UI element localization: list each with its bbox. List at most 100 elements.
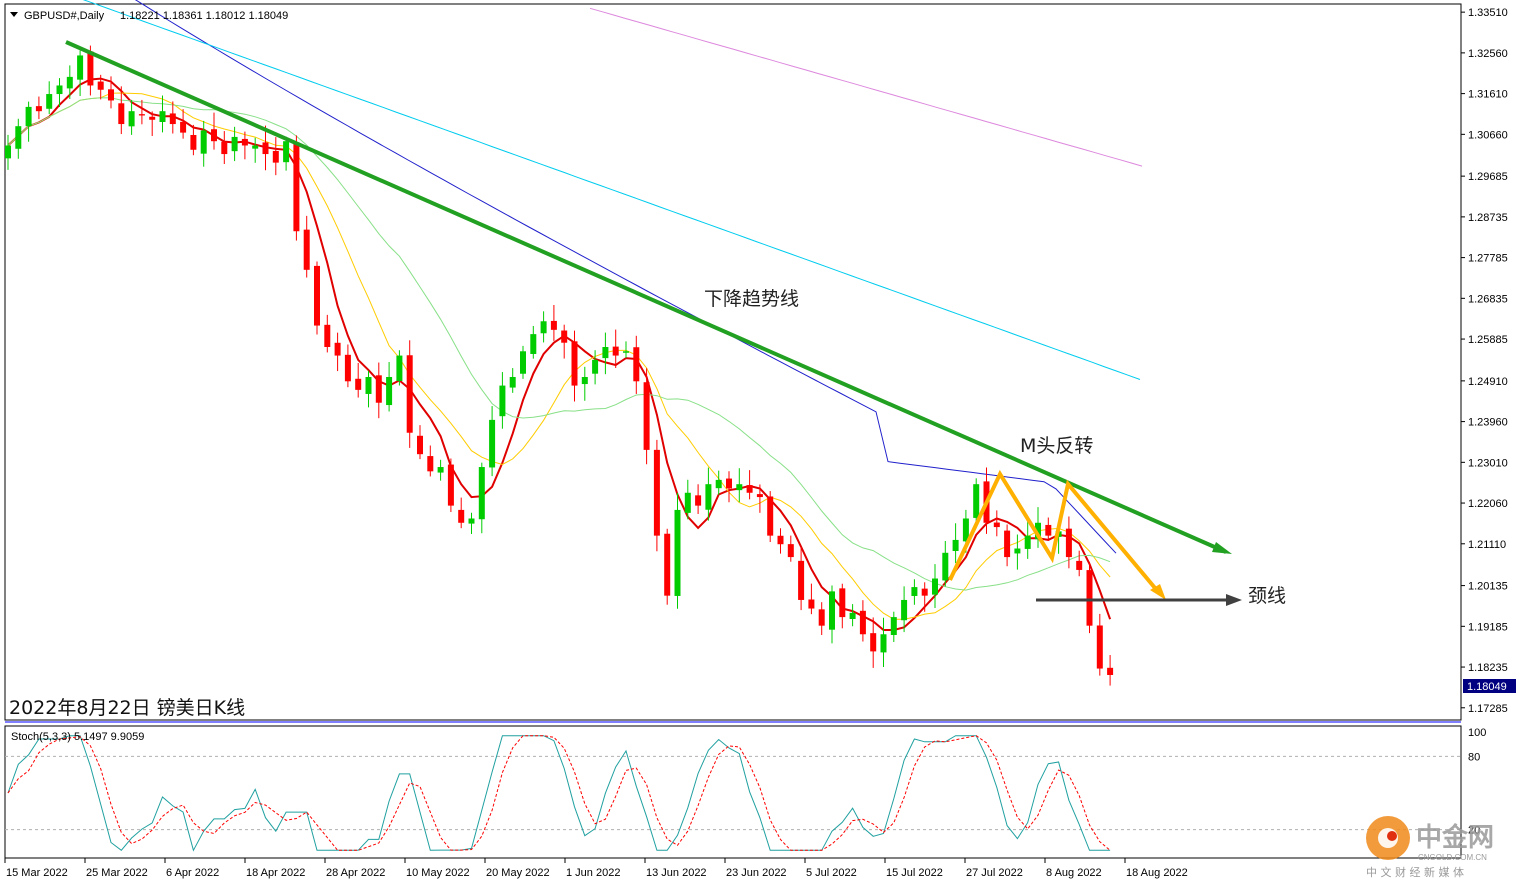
candle-body	[478, 467, 485, 520]
candle-body	[653, 449, 660, 536]
candle-body	[25, 106, 32, 127]
candle-body	[746, 485, 753, 493]
candle-body	[767, 496, 774, 536]
price-tick-label: 1.21110	[1468, 539, 1506, 551]
price-axis: 1.33510 1.32560 1.31610 1.30660 1.29685 1.287…	[1461, 7, 1508, 715]
candle-body	[272, 150, 279, 163]
candle-body	[520, 351, 526, 374]
candle-body	[684, 492, 691, 513]
time-tick-label: 18 Aug 2022	[1126, 867, 1188, 879]
candle-body	[870, 633, 877, 652]
candle-body	[386, 377, 393, 406]
price-tick-label: 1.28735	[1468, 212, 1508, 224]
candle-body	[901, 599, 908, 621]
watermark-tagline: 中 文 财 经 新 媒 体	[1366, 865, 1464, 879]
candle-body	[715, 479, 722, 489]
candle-body	[808, 599, 815, 609]
candle-body	[427, 456, 434, 472]
candle-body	[1045, 524, 1052, 536]
candle-body	[169, 113, 176, 125]
symbol-label: GBPUSD#,Daily	[24, 10, 105, 22]
time-axis: 15 Mar 2022 25 Mar 2022 6 Apr 2022 18 Apr 2…	[4, 858, 1188, 879]
candle-body	[314, 265, 320, 326]
candle-body	[623, 351, 629, 353]
candle-body	[375, 375, 382, 403]
candle-body	[355, 378, 362, 390]
price-tick-label: 1.23010	[1468, 457, 1508, 469]
candle-body	[829, 591, 835, 630]
candle-body	[1014, 548, 1021, 554]
candle-body	[633, 347, 640, 382]
candle-body	[509, 377, 516, 388]
candle-body	[643, 382, 650, 450]
trendline-label: 下降趋势线	[704, 288, 799, 310]
ohlc-values: 1.18221 1.18361 1.18012 1.18049	[120, 10, 288, 22]
price-tick-label: 1.25885	[1468, 334, 1508, 346]
candle-body	[262, 142, 269, 155]
neckline-label: 颈线	[1248, 585, 1286, 607]
candle-body	[447, 464, 454, 506]
candle-body	[365, 377, 372, 394]
candle-body	[138, 114, 145, 116]
watermark-url: CNGOLD.COM.CN	[1418, 853, 1487, 862]
price-tick-label: 1.22060	[1468, 498, 1508, 510]
candle-body	[293, 142, 300, 232]
price-tick-label: 1.19185	[1468, 621, 1508, 633]
candle-body	[787, 544, 794, 558]
price-tick-label: 1.24910	[1468, 376, 1508, 388]
candle-body	[777, 535, 784, 545]
candle-body	[1086, 570, 1093, 626]
candle-body	[211, 129, 217, 142]
candle-body	[612, 346, 619, 356]
stoch-tick-label: 100	[1468, 727, 1486, 739]
candle-body	[942, 552, 949, 581]
candle-body	[468, 518, 475, 524]
candle-body	[571, 341, 578, 386]
stoch-tick-label: 80	[1468, 751, 1480, 763]
candle-body	[334, 342, 341, 356]
candle-body	[118, 103, 125, 125]
candle-body	[1076, 560, 1083, 570]
time-tick-label: 27 Jul 2022	[966, 867, 1023, 879]
price-chart[interactable]: 1.33510 1.32560 1.31610 1.30660 1.29685 1.287…	[0, 0, 1523, 889]
price-tick-label: 1.17285	[1468, 703, 1508, 715]
candle-body	[880, 634, 887, 653]
candle-body	[190, 134, 197, 150]
candle-body	[932, 578, 938, 595]
candle-body	[231, 136, 238, 152]
candle-body	[674, 509, 681, 596]
candle-body	[46, 94, 53, 109]
candle-body	[705, 484, 712, 510]
candle-body	[695, 495, 702, 506]
candle-body	[911, 587, 918, 596]
price-tick-label: 1.27785	[1468, 253, 1508, 265]
price-tick-label: 1.29685	[1468, 171, 1508, 183]
price-tick-label: 1.31610	[1468, 89, 1508, 101]
candle-body	[241, 138, 248, 146]
candle-body	[530, 334, 537, 354]
candle-body	[550, 320, 557, 330]
time-tick-label: 13 Jun 2022	[646, 867, 707, 879]
candle-body	[97, 81, 104, 90]
candle-body	[1096, 625, 1103, 669]
time-tick-label: 15 Jul 2022	[886, 867, 943, 879]
time-tick-label: 15 Mar 2022	[6, 867, 68, 879]
candle-body	[15, 126, 22, 149]
candle-body	[756, 494, 763, 498]
price-tick-label: 1.26835	[1468, 293, 1508, 305]
candle-body	[1004, 530, 1011, 558]
mtop-label: M头反转	[1020, 435, 1093, 457]
candle-body	[56, 85, 63, 95]
candle-body	[952, 539, 959, 551]
candle-body	[1024, 535, 1031, 549]
candle-body	[221, 141, 228, 155]
candle-body	[87, 51, 94, 86]
candle-body	[77, 55, 84, 80]
chart-header: GBPUSD#,Daily 1.18221 1.18361 1.18012 1.…	[10, 10, 288, 22]
candle-body	[5, 145, 11, 159]
candle-body	[839, 588, 846, 618]
stoch-header: Stoch(5,3,3) 5.1497 9.9059	[11, 731, 144, 743]
time-tick-label: 23 Jun 2022	[726, 867, 787, 879]
candle-body	[818, 609, 825, 626]
candle-body	[149, 116, 156, 120]
